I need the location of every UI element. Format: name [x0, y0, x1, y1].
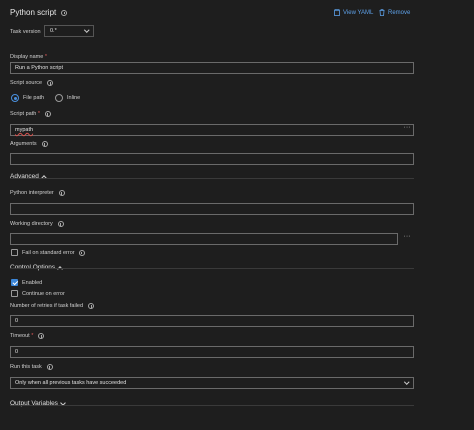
required-mark: *	[37, 111, 40, 117]
script-source-label-text: Script source	[10, 80, 43, 86]
radio-unselected-icon	[55, 94, 63, 102]
radio-inline-label: Inline	[67, 95, 81, 101]
task-version-label: Task version	[10, 29, 41, 35]
retries-label: Number of retries if task failed	[10, 303, 95, 309]
display-name-label-text: Display name	[10, 54, 44, 60]
divider	[10, 178, 414, 179]
clipboard-icon	[334, 9, 340, 16]
fail-on-stderr-checkbox[interactable]: Fail on standard error	[11, 249, 85, 256]
trash-icon	[379, 9, 385, 16]
retries-label-text: Number of retries if task failed	[10, 303, 84, 309]
info-icon[interactable]	[41, 141, 48, 147]
continue-on-error-label: Continue on error	[22, 290, 65, 297]
run-this-task-select[interactable]: Only when all previous tasks have succee…	[10, 377, 414, 389]
run-this-task-label-text: Run this task	[10, 364, 42, 370]
script-source-label: Script source	[10, 80, 54, 86]
working-directory-input[interactable]	[10, 233, 398, 245]
timeout-label: Timeout *	[10, 333, 45, 339]
info-icon[interactable]	[78, 249, 85, 256]
radio-selected-icon	[11, 94, 19, 102]
arguments-label: Arguments	[10, 141, 48, 147]
info-icon[interactable]	[47, 80, 54, 86]
checkbox-unchecked-icon	[11, 290, 18, 297]
arguments-input[interactable]	[10, 153, 414, 165]
script-path-label-text: Script path	[10, 111, 37, 117]
checkbox-unchecked-icon	[11, 249, 18, 256]
enabled-label: Enabled	[22, 279, 43, 286]
chevron-down-icon	[403, 379, 409, 385]
arguments-label-text: Arguments	[10, 141, 37, 147]
remove-button[interactable]: Remove	[379, 9, 410, 16]
info-icon[interactable]	[38, 333, 45, 339]
script-path-input[interactable]: mypath	[10, 124, 414, 136]
fail-on-stderr-label: Fail on standard error	[22, 249, 75, 256]
page-title-text: Python script	[10, 8, 57, 17]
display-name-input[interactable]: Run a Python script	[10, 62, 414, 74]
continue-on-error-checkbox[interactable]: Continue on error	[11, 290, 65, 297]
browse-button[interactable]: ···	[401, 233, 413, 245]
required-mark: *	[31, 333, 34, 339]
script-path-value: mypath	[15, 127, 34, 133]
radio-file-path[interactable]: File path	[11, 94, 44, 102]
info-icon[interactable]	[44, 111, 51, 117]
divider	[10, 268, 414, 269]
retries-input[interactable]: 0	[10, 315, 414, 327]
working-directory-label: Working directory	[10, 221, 64, 227]
info-icon[interactable]	[61, 9, 68, 16]
chevron-down-icon	[83, 27, 89, 33]
checkbox-checked-icon	[11, 279, 18, 286]
python-interpreter-label: Python interpreter	[10, 190, 65, 196]
info-icon[interactable]	[46, 364, 53, 370]
view-yaml-label: View YAML	[343, 9, 374, 16]
task-version-label-text: Task version	[10, 29, 41, 35]
enabled-checkbox[interactable]: Enabled	[11, 279, 42, 286]
task-version-value: 0.*	[50, 28, 57, 34]
info-icon[interactable]	[58, 190, 65, 196]
page-title: Python script	[10, 8, 68, 17]
remove-label: Remove	[388, 9, 411, 16]
script-path-label: Script path *	[10, 111, 51, 117]
display-name-value: Run a Python script	[15, 65, 63, 71]
required-mark: *	[44, 54, 47, 60]
view-yaml-button[interactable]: View YAML	[334, 9, 373, 16]
timeout-label-text: Timeout	[10, 333, 30, 339]
working-directory-label-text: Working directory	[10, 221, 53, 227]
run-this-task-value: Only when all previous tasks have succee…	[15, 380, 127, 386]
display-name-label: Display name *	[10, 54, 47, 60]
python-interpreter-label-text: Python interpreter	[10, 190, 54, 196]
info-icon[interactable]	[57, 221, 64, 227]
info-icon[interactable]	[88, 303, 95, 309]
timeout-input[interactable]: 0	[10, 346, 414, 358]
timeout-value: 0	[15, 349, 19, 355]
radio-file-path-label: File path	[23, 95, 45, 101]
python-interpreter-input[interactable]	[10, 203, 414, 215]
task-version-select[interactable]: 0.*	[44, 25, 94, 37]
run-this-task-label: Run this task	[10, 364, 53, 370]
radio-inline[interactable]: Inline	[55, 94, 80, 102]
browse-button[interactable]: ···	[401, 124, 413, 136]
retries-value: 0	[15, 318, 19, 324]
divider	[10, 405, 414, 406]
